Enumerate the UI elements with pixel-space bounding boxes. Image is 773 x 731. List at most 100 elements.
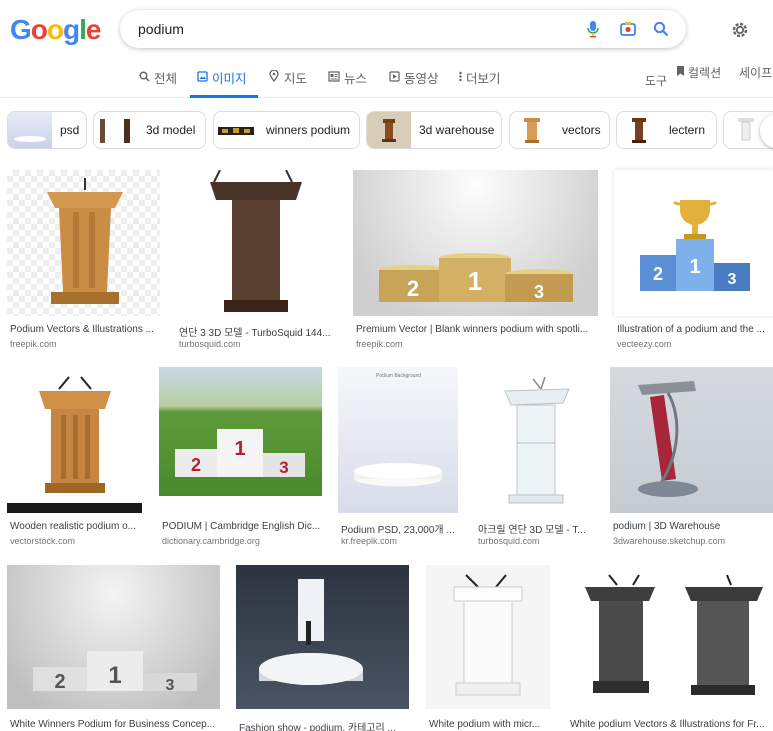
result-thumbnail bbox=[7, 170, 160, 316]
image-result[interactable]: 1 2 3 PODIUM | Cambridge English Dic... … bbox=[159, 367, 322, 549]
more-vert-icon bbox=[458, 70, 462, 82]
chip-thumbnail bbox=[617, 112, 661, 148]
chip-label: 3d model bbox=[146, 123, 196, 137]
logo-letter: l bbox=[79, 14, 87, 45]
search-icon[interactable] bbox=[650, 18, 672, 40]
result-title: Fashion show - podium, 카테고리 ... bbox=[239, 723, 396, 731]
tab-label: 동영상 bbox=[404, 72, 439, 86]
result-thumbnail bbox=[236, 565, 409, 709]
collections-label: 컬렉션 bbox=[688, 66, 722, 80]
result-source: freepik.com bbox=[10, 339, 57, 349]
image-result[interactable]: Podium Background Podium PSD, 23,000개 ..… bbox=[338, 367, 458, 549]
image-result[interactable]: Wooden realistic podium o... vectorstock… bbox=[7, 367, 142, 549]
place-3-label: 3 bbox=[279, 458, 288, 477]
result-title: White Winners Podium for Business Concep… bbox=[10, 719, 216, 730]
place-2-label: 2 bbox=[191, 455, 201, 475]
image-result[interactable]: 1 2 3 White Winners Podium for Business … bbox=[7, 565, 220, 731]
chip-thumbnail bbox=[367, 112, 411, 148]
result-title: 연단 3 3D 모델 - TurboSquid 144... bbox=[179, 328, 331, 339]
result-source: vecteezy.com bbox=[617, 339, 672, 349]
tab-label: 전체 bbox=[154, 72, 178, 86]
logo-letter: e bbox=[85, 14, 102, 45]
result-title: Podium PSD, 23,000개 ... bbox=[341, 525, 455, 536]
place-1-label: 1 bbox=[689, 256, 700, 278]
image-result[interactable]: Fashion show - podium, 카테고리 ... bbox=[236, 565, 409, 731]
place-1-label: 1 bbox=[468, 266, 482, 296]
collections-button[interactable]: 컬렉션 bbox=[676, 64, 721, 81]
place-3-label: 3 bbox=[728, 271, 737, 288]
tab-label: 이미지 bbox=[212, 72, 247, 86]
image-result[interactable]: podium | 3D Warehouse 3dwarehouse.sketch… bbox=[610, 367, 773, 549]
result-title: 아크릴 연단 3D 모델 - T... bbox=[478, 525, 586, 536]
chip-lectern[interactable]: lectern bbox=[616, 111, 717, 149]
tab-all[interactable]: 전체 bbox=[138, 68, 177, 98]
chip-thumbnail bbox=[94, 112, 138, 148]
chip-vectors[interactable]: vectors bbox=[509, 111, 610, 149]
image-result[interactable]: 아크릴 연단 3D 모델 - T... turbosquid.com bbox=[475, 367, 594, 549]
result-source: turbosquid.com bbox=[478, 536, 540, 546]
result-source: dictionary.cambridge.org bbox=[162, 536, 260, 546]
result-source: 3dwarehouse.sketchup.com bbox=[613, 536, 726, 546]
result-title: White podium Vectors & Illustrations for… bbox=[570, 719, 765, 730]
result-thumbnail bbox=[567, 565, 773, 709]
related-chips: psd 3d model winners podium 3d warehouse… bbox=[0, 108, 773, 154]
logo-letter: o bbox=[30, 14, 48, 45]
search-box bbox=[120, 10, 686, 48]
play-icon bbox=[388, 70, 400, 82]
tools-button[interactable]: 도구 bbox=[645, 72, 667, 89]
image-result[interactable]: 연단 3 3D 모델 - TurboSquid 144... turbosqui… bbox=[176, 170, 337, 352]
tab-images[interactable]: 이미지 bbox=[190, 68, 258, 98]
tab-label: 뉴스 bbox=[344, 72, 368, 86]
logo-letter: G bbox=[10, 14, 32, 45]
place-3-label: 3 bbox=[534, 282, 544, 302]
header: Google bbox=[0, 0, 773, 60]
result-thumbnail: 1 2 3 bbox=[159, 367, 322, 496]
tab-more[interactable]: 더보기 bbox=[458, 68, 501, 98]
tab-videos[interactable]: 동영상 bbox=[388, 68, 439, 98]
image-result[interactable]: Podium Vectors & Illustrations ... freep… bbox=[7, 170, 160, 352]
chip-label: winners podium bbox=[266, 123, 351, 137]
result-thumbnail: 2 1 3 bbox=[353, 170, 598, 316]
result-title: PODIUM | Cambridge English Dic... bbox=[162, 521, 321, 532]
gear-icon[interactable] bbox=[728, 18, 752, 42]
image-icon bbox=[196, 70, 208, 82]
result-thumbnail: 1 2 3 bbox=[7, 565, 220, 709]
search-tabs: 전체 이미지 지도 뉴스 동영상 더보기 도구 컬렉션 세이프서 bbox=[0, 64, 773, 98]
chip-label: lectern bbox=[669, 123, 706, 137]
result-title: Wooden realistic podium o... bbox=[10, 521, 136, 532]
result-source: freepik.com bbox=[356, 339, 403, 349]
logo-letter: g bbox=[63, 14, 80, 45]
tab-news[interactable]: 뉴스 bbox=[328, 68, 367, 98]
chip-thumbnail bbox=[214, 112, 258, 148]
news-icon bbox=[328, 70, 340, 82]
result-thumbnail: 1 2 3 bbox=[614, 170, 773, 316]
place-2-label: 2 bbox=[407, 276, 419, 301]
chip-winners-podium[interactable]: winners podium bbox=[213, 111, 360, 149]
place-2-label: 2 bbox=[653, 264, 663, 284]
tab-label: 지도 bbox=[284, 72, 308, 86]
image-result[interactable]: White podium Vectors & Illustrations for… bbox=[567, 565, 773, 731]
chip-3d-warehouse[interactable]: 3d warehouse bbox=[366, 111, 502, 149]
result-thumbnail: Podium Background bbox=[338, 367, 458, 513]
chip-thumbnail bbox=[8, 112, 52, 148]
tab-maps[interactable]: 지도 bbox=[268, 68, 307, 98]
image-result[interactable]: White podium with micr... bbox=[426, 565, 550, 731]
result-thumbnail bbox=[475, 367, 594, 513]
result-title: White podium with micr... bbox=[429, 719, 541, 730]
result-thumbnail bbox=[426, 565, 550, 709]
search-input[interactable] bbox=[138, 19, 558, 39]
chip-3d-model[interactable]: 3d model bbox=[93, 111, 206, 149]
map-pin-icon bbox=[268, 70, 280, 82]
bookmark-icon bbox=[676, 65, 685, 80]
chip-psd[interactable]: psd bbox=[7, 111, 87, 149]
mic-icon[interactable] bbox=[582, 18, 604, 40]
safesearch-button[interactable]: 세이프서 bbox=[739, 64, 773, 81]
chip-label: vectors bbox=[562, 123, 601, 137]
google-logo[interactable]: Google bbox=[10, 14, 102, 46]
result-source: turbosquid.com bbox=[179, 339, 241, 349]
image-result[interactable]: 2 1 3 Premium Vector | Blank winners pod… bbox=[353, 170, 598, 352]
image-result[interactable]: 1 2 3 Illustration of a podium and the .… bbox=[614, 170, 773, 352]
result-title: Illustration of a podium and the ... bbox=[617, 324, 765, 335]
result-source: kr.freepik.com bbox=[341, 536, 398, 546]
camera-lens-icon[interactable] bbox=[617, 18, 639, 40]
